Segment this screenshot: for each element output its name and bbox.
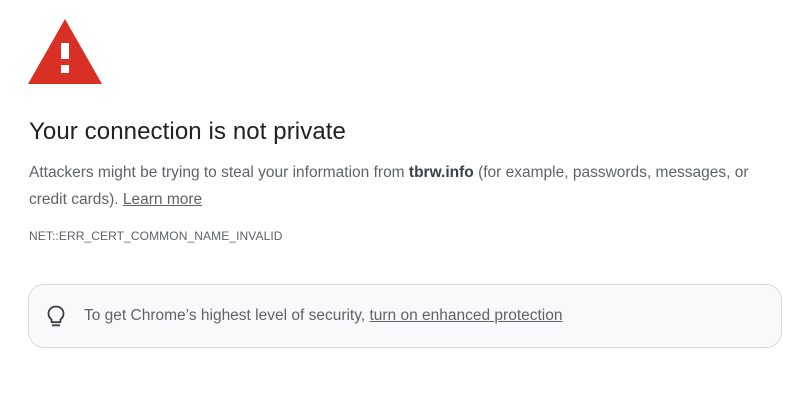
- interstitial-page: Your connection is not private Attackers…: [0, 0, 799, 408]
- main-heading: Your connection is not private: [29, 118, 346, 145]
- promo-message: To get Chrome’s highest level of securit…: [84, 307, 562, 325]
- lightbulb-icon: [47, 305, 65, 327]
- learn-more-link[interactable]: Learn more: [123, 191, 202, 208]
- enhanced-protection-link[interactable]: turn on enhanced protection: [369, 307, 562, 324]
- main-message: Attackers might be trying to steal your …: [29, 159, 774, 213]
- enhanced-protection-promo: To get Chrome’s highest level of securit…: [28, 284, 782, 348]
- site-domain: tbrw.info: [408, 164, 474, 181]
- promo-text: To get Chrome’s highest level of securit…: [84, 307, 370, 324]
- message-prefix: Attackers might be trying to steal your …: [29, 164, 409, 181]
- warning-triangle-icon: [28, 19, 102, 84]
- error-code: NET::ERR_CERT_COMMON_NAME_INVALID: [29, 229, 283, 243]
